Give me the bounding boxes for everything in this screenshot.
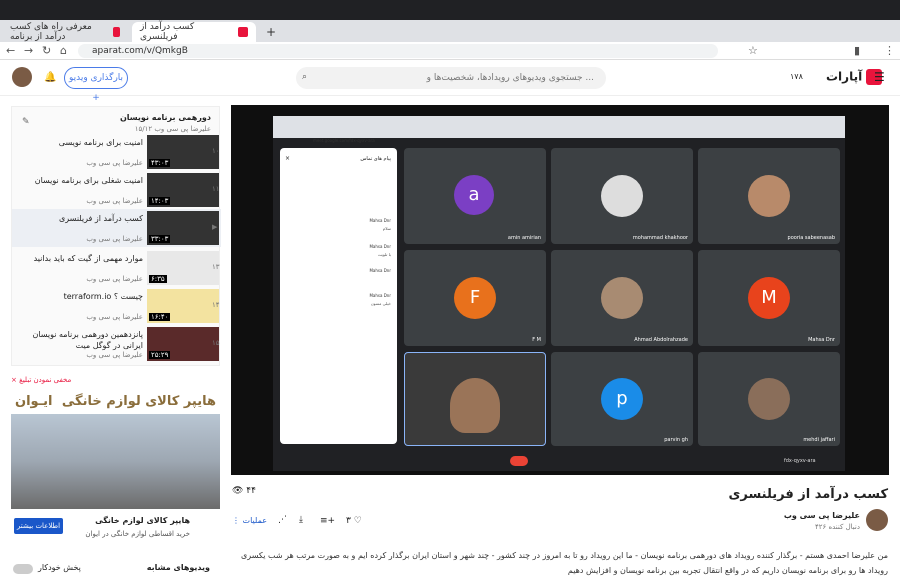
ad-image[interactable]	[11, 414, 220, 509]
chat-message: سلام	[382, 226, 391, 231]
video-thumbnail: ۴۳:۰۳	[147, 135, 219, 169]
ad-banner-text: هایپر کالای لوازم خانگی ایـوان	[15, 393, 216, 409]
search-icon[interactable]: ⌕	[302, 72, 307, 82]
playlist-item[interactable]: ۱۴:۰۳ امنیت شغلی برای برنامه نویسان علیر…	[12, 171, 221, 209]
similar-videos-bar: ویدیوهای مشابه پخش خودکار	[11, 562, 220, 576]
video-thumbnail: ۱۴:۰۳	[147, 173, 219, 207]
chat-title: پیام های تماس	[360, 156, 391, 162]
add-to-playlist-icon[interactable]: ≡+	[320, 516, 335, 526]
back-icon[interactable]: ←	[6, 44, 15, 57]
hamburger-menu-icon[interactable]: ☰	[874, 70, 885, 84]
playlist-item[interactable]: ۲۵:۲۹ پانزدهمین دورهمی برنامه نویسان ایر…	[12, 325, 221, 363]
chat-message: خیلی ممنون	[370, 301, 391, 306]
ad-description: خرید اقساطی لوازم خانگی در ایوان	[85, 530, 190, 538]
participant-tile: pooria sabeenasab	[698, 148, 840, 244]
video-thumbnail: ۱۶:۴۰	[147, 289, 219, 323]
playlist-subtitle: علیرضا پی سی وب ۱۵/۱۲	[134, 125, 211, 133]
participant-tile: Ahmad Abdolrahzade	[551, 250, 693, 346]
participant-photo	[450, 378, 500, 433]
participant-photo	[748, 175, 790, 217]
video-description: من علیرضا احمدی هستم - برگذار کننده روید…	[241, 551, 888, 575]
participant-photo	[601, 277, 643, 319]
ad-panel: × مخفی نمودن تبلیغ هایپر کالای لوازم خان…	[11, 376, 220, 546]
ad-title: هایپر کالای لوازم خانگی	[95, 516, 190, 525]
chat-sender: Mahsa Dnr	[369, 218, 391, 223]
playlist-item[interactable]: ۴۳:۰۳ امنیت برای برنامه نویسی علیرضا پی …	[12, 133, 221, 171]
video-thumbnail: ۶:۳۵	[147, 251, 219, 285]
forward-icon[interactable]: →	[24, 44, 33, 57]
meeting-code: fdx-qyxv-ara	[784, 458, 816, 464]
participant-tile: mohammad khakhoor	[551, 148, 693, 244]
address-bar: ← → ↻ ⌂ aparat.com/v/QmkgB ☆ ▮ ⋮	[0, 42, 900, 60]
view-count: 👁 ۴۴	[232, 486, 256, 496]
participant-avatar: p	[601, 378, 643, 420]
channel-avatar[interactable]	[866, 509, 888, 531]
chat-sender: Mahsa Dnr	[369, 293, 391, 298]
participant-tile: mehdi jaffari	[698, 352, 840, 446]
participant-avatar: F	[454, 277, 496, 319]
meet-url: meet.google.com/fdx-qyxv-ara	[313, 138, 375, 143]
live-badge[interactable]: ۱۷۸	[790, 72, 803, 81]
actions-menu[interactable]: ⋮ عملیات	[232, 516, 267, 525]
hide-ad-link[interactable]: × مخفی نمودن تبلیغ	[11, 376, 220, 384]
share-icon[interactable]: ⋰	[278, 515, 287, 525]
meet-browser-chrome	[273, 116, 845, 138]
reload-icon[interactable]: ↻	[42, 44, 51, 57]
like-button[interactable]: ۳ ♡	[346, 516, 362, 526]
participant-tile: M Mahsa Dnr	[698, 250, 840, 346]
video-thumbnail: ۳۳:۰۳	[147, 211, 219, 245]
video-thumbnail: ۲۵:۲۹	[147, 327, 219, 361]
more-info-button[interactable]: اطلاعات بیشتر	[14, 518, 63, 534]
follower-count: ۴۲۶ دنبال کننده	[814, 523, 860, 531]
chat-sender: Mahsa Dnr	[369, 244, 391, 249]
home-icon[interactable]: ⌂	[60, 44, 67, 57]
url-field[interactable]: aparat.com/v/QmkgB	[78, 44, 718, 58]
search-input[interactable]: جستجوی ویدیوهای رویدادها، شخصیت‌ها و ...	[296, 67, 606, 89]
participant-avatar: M	[748, 277, 790, 319]
chat-message: با تلویت	[377, 252, 391, 257]
menu-dots-icon[interactable]: ⋮	[884, 44, 895, 57]
participant-photo	[601, 175, 643, 217]
playlist-item[interactable]: ۶:۳۵ موارد مهمی از گیت که باید بدانید عل…	[12, 249, 221, 287]
self-view-tile	[404, 352, 546, 446]
notification-bell-icon[interactable]: 🔔	[44, 72, 56, 83]
playlist-title: دورهمی برنامه نویسان	[119, 113, 211, 122]
user-avatar[interactable]	[12, 67, 32, 87]
channel-name[interactable]: علیرضا پی سی وب	[784, 511, 860, 520]
playlist-item[interactable]: ۱۶:۴۰ terraform.io چیست ؟ علیرضا پی سی و…	[12, 287, 221, 325]
playlist-item-current[interactable]: ۳۳:۰۳ کسب درآمد از فریلنسری علیرضا پی سی…	[12, 209, 221, 247]
participant-tile: a amin amirian	[404, 148, 546, 244]
tab-2[interactable]: کسب درآمد از فریلنسری	[132, 22, 256, 42]
bookmark-star-icon[interactable]: ☆	[748, 44, 758, 57]
video-title: کسب درآمد از فریلنسری	[728, 487, 888, 502]
end-call-button	[510, 456, 528, 466]
aparat-favicon	[113, 27, 120, 37]
meet-chat-panel: پیام های تماس × Mahsa Dnr سلام Mahsa Dnr…	[280, 148, 397, 444]
participant-tile: p parvin gh	[551, 352, 693, 446]
tab-1[interactable]: معرفی راه های کسب درآمد از برنامه	[2, 22, 128, 42]
download-icon[interactable]: ⤓	[299, 515, 303, 525]
edit-icon[interactable]: ✎	[22, 117, 30, 127]
site-header: جستجوی ویدیوهای رویدادها، شخصیت‌ها و ...…	[0, 60, 900, 103]
upload-video-button[interactable]: بارگذاری ویدیو +	[64, 67, 128, 103]
autoplay-toggle[interactable]	[13, 564, 33, 574]
participant-avatar: a	[454, 175, 494, 215]
participant-tile: F F M	[404, 250, 546, 346]
participant-photo	[748, 378, 790, 420]
new-tab-button[interactable]: +	[258, 22, 284, 42]
playlist-panel: دورهمی برنامه نویسان علیرضا پی سی وب ۱۵/…	[11, 106, 221, 366]
close-icon: ×	[285, 155, 291, 162]
chat-sender: Mahsa Dnr	[369, 268, 391, 273]
sidepanel-icon[interactable]: ▮	[854, 44, 860, 57]
aparat-favicon	[238, 27, 248, 37]
